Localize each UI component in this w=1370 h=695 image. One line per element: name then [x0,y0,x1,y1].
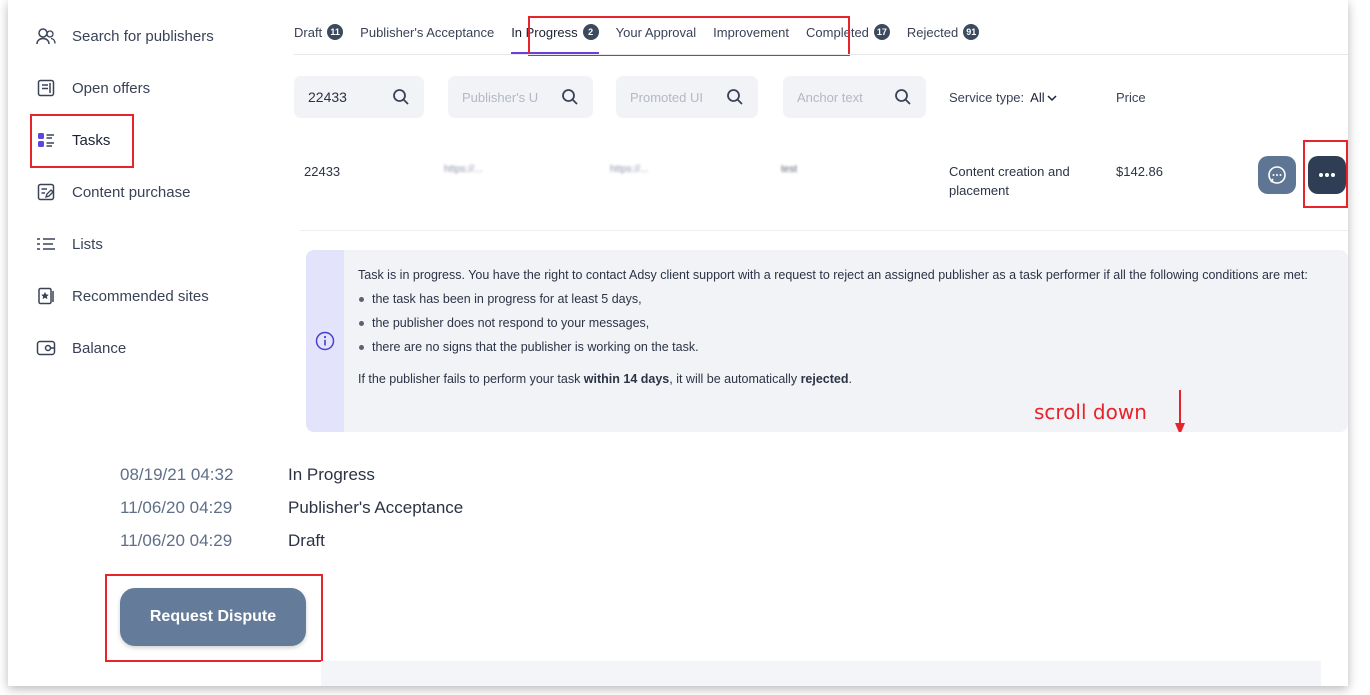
count-badge: 11 [327,24,344,40]
row-divider [300,230,1348,231]
task-id-value: 22433 [308,89,347,105]
count-badge: 17 [873,24,890,40]
tab-your-approval[interactable]: Your Approval [616,18,696,46]
footer-deadline: within 14 days [583,372,670,386]
sidebar-item-open-offers[interactable]: Open offers [36,78,150,98]
status-history-panel: 08/19/21 04:32 In Progress 11/06/20 04:29… [103,432,1348,686]
history-status: Draft [288,531,325,550]
list-item: there are no signs that the publisher is… [358,338,1338,356]
chat-icon [1268,166,1286,184]
price-cell: $142.86 [1116,164,1163,179]
sidebar-item-lists[interactable]: Lists [36,234,103,254]
service-type-label: Service type: [949,90,1025,105]
task-info-notice: Task is in progress. You have the right … [306,250,1348,432]
promoted-url-placeholder: Promoted UI [630,89,703,105]
edit-document-icon [36,182,56,202]
history-row: 08/19/21 04:32 In Progress [120,465,375,485]
search-icon [895,89,911,105]
tab-rejected[interactable]: Rejected 91 [906,18,980,46]
sidebar-item-label: Lists [72,235,103,253]
anchor-text-placeholder: Anchor text [797,89,863,105]
sidebar-item-balance[interactable]: Balance [36,338,126,358]
tab-improvement[interactable]: Improvement [713,18,789,46]
promoted-url-filter[interactable]: Promoted UI [616,76,758,118]
footer-text: , it will be automatically [669,372,801,386]
info-icon [315,331,335,351]
search-icon [393,89,409,105]
tasks-icon [36,130,56,150]
scroll-down-annotation: scroll down [1034,400,1147,424]
tab-label: Improvement [713,24,790,40]
tab-label: Your Approval [615,24,697,40]
count-badge: 2 [582,24,599,40]
tab-in-progress[interactable]: In Progress 2 [511,18,599,54]
info-intro: Task is in progress. You have the right … [358,268,1308,282]
service-type-dropdown[interactable]: Service type: All [949,90,1057,105]
history-row: 11/06/20 04:29 Draft [120,531,325,551]
promoted-url-blurred: https://... [610,164,649,175]
annotation-text: scroll down [1034,400,1147,424]
task-id-filter[interactable]: 22433 [294,76,424,118]
tab-publishers-acceptance[interactable]: Publisher's Acceptance [360,18,494,46]
request-dispute-button[interactable]: Request Dispute [120,588,306,646]
search-icon [727,89,743,105]
history-status: In Progress [288,465,375,484]
star-document-icon [36,286,56,306]
count-badge: 91 [963,24,980,40]
sidebar-item-label: Content purchase [72,183,191,201]
tab-label: Draft [294,24,323,40]
tab-draft[interactable]: Draft 11 [294,18,344,46]
sidebar-item-content-purchase[interactable]: Content purchase [36,182,190,202]
footer-rejected: rejected [800,372,849,386]
history-date: 11/06/20 04:29 [120,531,233,550]
footer-text: If the publisher fails to perform your t… [358,372,584,386]
history-date: 11/06/20 04:29 [120,498,233,517]
app-window: Search for publishers Open offers Tasks … [8,0,1348,686]
list-icon [36,234,56,254]
chat-button[interactable] [1258,156,1296,194]
task-id-link[interactable]: 22433 [304,162,340,181]
conditions-list: the task has been in progress for at lea… [358,290,1338,356]
sidebar-item-label: Open offers [72,79,151,97]
sidebar: Search for publishers Open offers Tasks … [8,0,293,430]
tab-label: In Progress [511,24,578,40]
more-actions-button[interactable] [1308,156,1346,194]
publisher-url-filter[interactable]: Publisher's U [448,76,593,118]
list-item: the publisher does not respond to your m… [358,314,1338,332]
tabs-divider [294,54,1348,55]
publisher-url-placeholder: Publisher's U [462,89,539,105]
anchor-text-blurred: test [781,164,798,175]
users-icon [36,26,56,46]
chevron-down-icon [1047,94,1057,101]
status-tabs: Draft 11 Publisher's Acceptance In Progr… [294,18,996,54]
document-icon [36,78,56,98]
tab-label: Rejected [906,24,959,40]
more-dots-icon [1319,173,1335,177]
tab-completed[interactable]: Completed 17 [806,18,890,46]
wallet-icon [36,338,56,358]
sidebar-item-label: Balance [72,339,127,357]
sidebar-item-label: Search for publishers [72,27,214,45]
search-icon [562,89,578,105]
sidebar-item-label: Recommended sites [72,287,209,305]
list-item: the task has been in progress for at lea… [358,290,1338,308]
price-column-header[interactable]: Price [1116,90,1146,105]
sidebar-item-recommended-sites[interactable]: Recommended sites [36,286,209,306]
sidebar-item-tasks[interactable]: Tasks [36,130,110,150]
footer-text: . [848,372,852,386]
sidebar-item-search-publishers[interactable]: Search for publishers [36,26,214,46]
history-row: 11/06/20 04:29 Publisher's Acceptance [120,498,463,518]
history-status: Publisher's Acceptance [288,498,464,517]
service-type-value: All [1030,90,1045,105]
service-type-cell: Content creation and placement [949,164,1070,198]
info-footer: If the publisher fails to perform your t… [358,370,1338,388]
sidebar-item-label: Tasks [72,131,111,149]
anchor-text-filter[interactable]: Anchor text [783,76,926,118]
history-date: 08/19/21 04:32 [120,465,234,484]
tab-label: Publisher's Acceptance [360,24,495,40]
panel-footer-band [321,661,1321,686]
tab-label: Completed [806,24,869,40]
arrow-down-icon [1175,390,1185,435]
publisher-url-blurred: https://... [444,164,483,175]
